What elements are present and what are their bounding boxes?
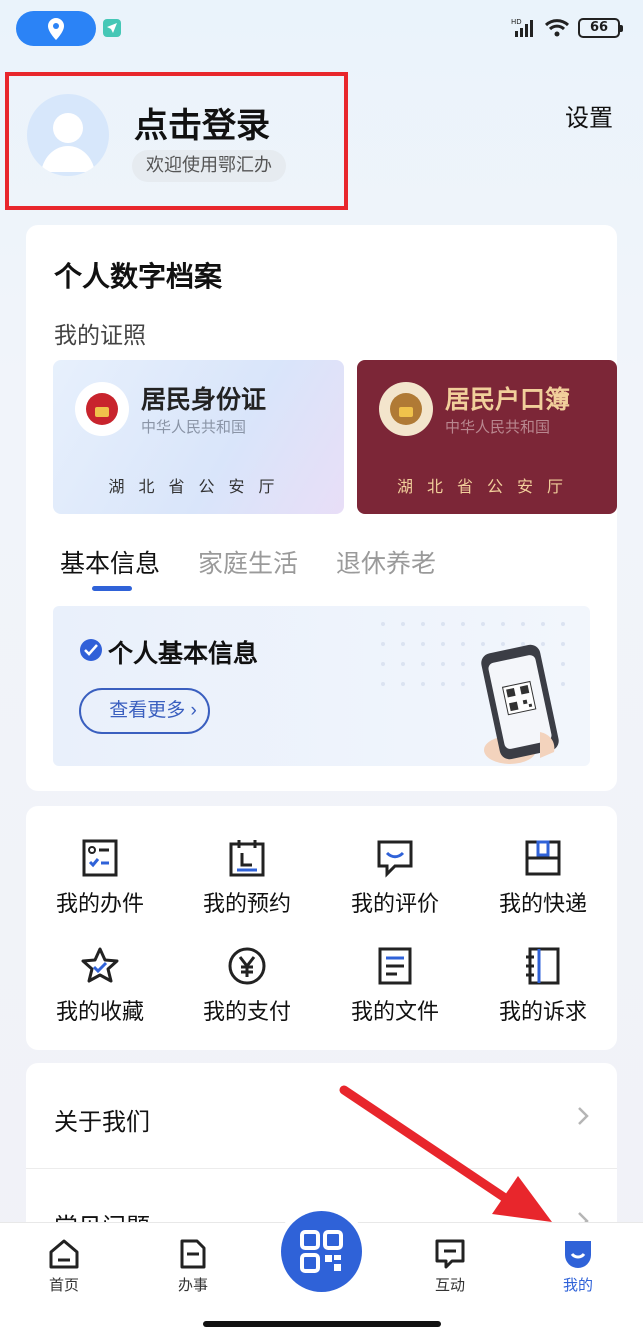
hukou-card-name: 居民户口簿 (445, 385, 571, 414)
service-label: 我的预约 (202, 892, 291, 917)
login-title[interactable]: 点击登录 (134, 98, 270, 147)
service-my-cases[interactable]: 我的办件 (35, 838, 165, 918)
service-my-appointments[interactable]: 我的预约 (182, 838, 312, 918)
licenses-title: 我的证照 (54, 323, 146, 349)
avatar[interactable] (27, 94, 109, 176)
tab-indicator (92, 586, 132, 591)
service-label: 我的诉求 (498, 1000, 587, 1025)
service-label: 我的快递 (498, 892, 587, 917)
tab-retirement[interactable]: 退休养老 (336, 544, 436, 580)
notebook-icon (526, 947, 560, 985)
scan-qr-button[interactable] (281, 1211, 362, 1292)
nav-label: 我的 (562, 1276, 593, 1294)
location-pill[interactable] (16, 11, 96, 46)
wifi-icon (544, 19, 570, 37)
chat-icon (435, 1239, 465, 1269)
checklist-icon (82, 839, 118, 877)
id-card[interactable]: 居民身份证 中华人民共和国 湖北省公安厅 (53, 360, 344, 514)
navigation-badge (103, 19, 121, 37)
chevron-right-icon (578, 1107, 589, 1125)
calendar-icon (229, 840, 265, 877)
signal-icon: HD (511, 18, 533, 37)
service-label: 我的文件 (350, 1000, 439, 1025)
default-user-icon (41, 113, 95, 172)
hukou-card-subtitle: 中华人民共和国 (445, 418, 551, 436)
check-circle-icon (80, 639, 102, 661)
file-icon (180, 1239, 206, 1269)
comment-icon (377, 840, 413, 878)
tab-family-life[interactable]: 家庭生活 (198, 544, 298, 580)
id-card-subtitle: 中华人民共和国 (141, 418, 247, 436)
tab-basic-info[interactable]: 基本信息 (60, 544, 160, 580)
svg-text:HD: HD (511, 18, 522, 26)
national-emblem-icon (379, 382, 433, 436)
service-label: 我的收藏 (55, 1000, 144, 1025)
phone-qr-illustration (481, 644, 559, 764)
hukou-card[interactable]: 居民户口簿 中华人民共和国 湖北省公安厅 (357, 360, 617, 514)
service-my-reviews[interactable]: 我的评价 (330, 838, 460, 918)
battery-indicator: 66 (578, 18, 623, 38)
status-bar: HD 66 (0, 0, 643, 56)
nav-home[interactable]: 首页 (29, 1238, 99, 1295)
service-label: 我的评价 (350, 892, 439, 917)
nav-interaction[interactable]: 互动 (415, 1238, 485, 1295)
nav-mine[interactable]: 我的 (543, 1238, 613, 1295)
qr-code-icon (300, 1230, 343, 1273)
package-icon (525, 840, 561, 876)
navigation-arrow-icon (107, 23, 117, 33)
settings-link[interactable]: 设置 (565, 98, 613, 133)
annotation-arrow (339, 1085, 552, 1222)
hukou-card-issuer: 湖北省公安厅 (396, 477, 577, 496)
digital-profile-title: 个人数字档案 (54, 260, 223, 293)
view-more-label: 查看更多 (109, 700, 186, 721)
yuan-icon (228, 947, 266, 985)
location-pin-icon (48, 18, 64, 40)
chevron-right-icon: › (190, 700, 197, 721)
id-card-issuer: 湖北省公安厅 (108, 477, 289, 496)
service-my-favorites[interactable]: 我的收藏 (35, 946, 165, 1026)
nav-label: 互动 (434, 1276, 465, 1294)
nav-services[interactable]: 办事 (158, 1238, 228, 1295)
document-icon (378, 947, 412, 985)
service-label: 我的办件 (55, 892, 144, 917)
national-emblem-icon (75, 382, 129, 436)
basic-info-title: 个人基本信息 (108, 639, 259, 668)
service-label: 我的支付 (202, 1000, 291, 1025)
nav-label: 首页 (48, 1276, 79, 1294)
list-item-label: 关于我们 (54, 1108, 150, 1136)
profile-icon (565, 1241, 591, 1268)
service-my-payments[interactable]: 我的支付 (182, 946, 312, 1026)
star-icon (81, 947, 119, 983)
view-more-button[interactable]: 查看更多 › (79, 688, 210, 734)
service-my-delivery[interactable]: 我的快递 (478, 838, 608, 918)
home-icon (49, 1239, 79, 1269)
nav-label: 办事 (177, 1276, 208, 1294)
welcome-badge: 欢迎使用鄂汇办 (132, 150, 286, 182)
service-my-files[interactable]: 我的文件 (330, 946, 460, 1026)
service-my-appeals[interactable]: 我的诉求 (478, 946, 608, 1026)
id-card-name: 居民身份证 (141, 385, 267, 414)
home-indicator (203, 1321, 441, 1327)
